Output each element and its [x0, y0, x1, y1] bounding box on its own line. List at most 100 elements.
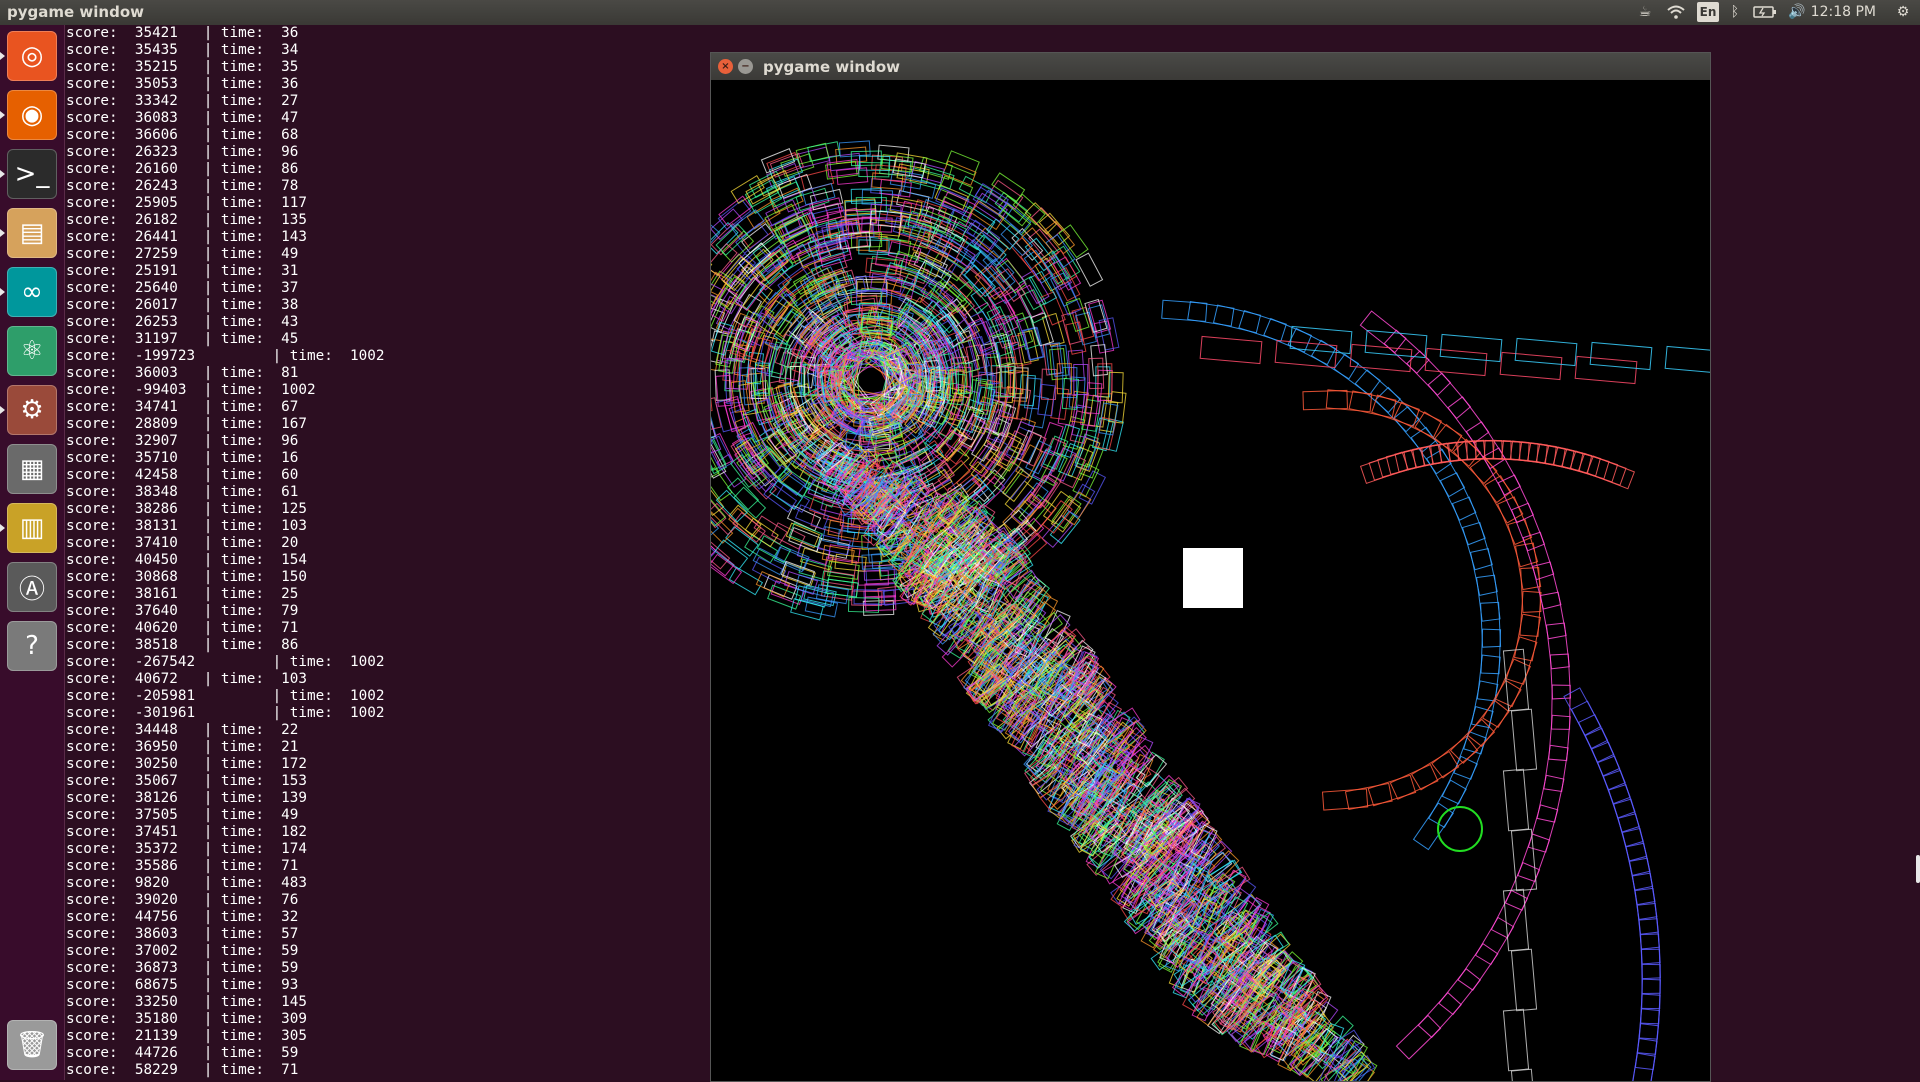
system-settings-icon[interactable]: ⚙ — [7, 385, 57, 435]
wifi-icon[interactable] — [1665, 2, 1687, 22]
volume-icon[interactable]: 🔊 — [1786, 2, 1808, 22]
atom-icon[interactable]: ⚛ — [7, 326, 57, 376]
clock[interactable]: 12:18 PM — [1811, 4, 1876, 20]
terminal-line: score: 38126 | time: 139 — [66, 790, 308, 806]
battery-icon[interactable] — [1752, 2, 1778, 22]
terminal-line: score: 26160 | time: 86 — [66, 161, 299, 177]
terminal-line: score: 68675 | time: 93 — [66, 977, 299, 993]
terminal-line: score: 31197 | time: 45 — [66, 331, 299, 347]
terminal-line: score: 35053 | time: 36 — [66, 76, 299, 92]
terminal-line: score: 25640 | time: 37 — [66, 280, 299, 296]
terminal-line: score: 35435 | time: 34 — [66, 42, 299, 58]
running-indicator — [0, 229, 5, 237]
top-panel: pygame window ☕ En ᛒ 🔊 12:18 PM ⚙ — [0, 0, 1920, 25]
trash-icon[interactable]: 🗑 — [7, 1020, 57, 1070]
minimize-button[interactable]: − — [738, 59, 753, 74]
terminal-line: score: 27259 | time: 49 — [66, 246, 299, 262]
terminal-line: score: 35215 | time: 35 — [66, 59, 299, 75]
terminal-line: score: 36873 | time: 59 — [66, 960, 299, 976]
terminal-line: score: 26323 | time: 96 — [66, 144, 299, 160]
terminal-line: score: 32907 | time: 96 — [66, 433, 299, 449]
simulation-canvas[interactable] — [711, 80, 1710, 1081]
terminal-line: score: 36606 | time: 68 — [66, 127, 299, 143]
help-icon[interactable]: ? — [7, 621, 57, 671]
running-indicator — [0, 52, 5, 60]
terminal-line: score: 37410 | time: 20 — [66, 535, 299, 551]
terminal-line: score: 33342 | time: 27 — [66, 93, 299, 109]
software-updater-icon[interactable]: Ⓐ — [7, 562, 57, 612]
terminal-line: score: 34741 | time: 67 — [66, 399, 299, 415]
terminal-line: score: 25905 | time: 117 — [66, 195, 308, 211]
firefox-icon[interactable]: ◉ — [7, 90, 57, 140]
keyboard-layout-indicator[interactable]: En — [1697, 2, 1719, 22]
coffee-icon[interactable]: ☕ — [1635, 2, 1655, 22]
terminal-line: score: 35067 | time: 153 — [66, 773, 308, 789]
terminal-line: score: 40620 | time: 71 — [66, 620, 299, 636]
terminal-line: score: 26253 | time: 43 — [66, 314, 299, 330]
terminal-line: score: 38286 | time: 125 — [66, 501, 308, 517]
terminal-line: score: 37451 | time: 182 — [66, 824, 308, 840]
terminal-line: score: 26441 | time: 143 — [66, 229, 308, 245]
running-indicator — [0, 288, 5, 296]
terminal-line: score: 38603 | time: 57 — [66, 926, 299, 942]
terminal-line: score: 44726 | time: 59 — [66, 1045, 299, 1061]
terminal-line: score: 26182 | time: 135 — [66, 212, 308, 228]
terminal-line: score: 35180 | time: 309 — [66, 1011, 308, 1027]
bluetooth-icon[interactable]: ᛒ — [1727, 2, 1743, 22]
terminal-line: score: 33250 | time: 145 — [66, 994, 308, 1010]
terminal-icon[interactable]: >_ — [7, 149, 57, 199]
scrollbar-handle[interactable] — [1916, 855, 1920, 883]
terminal-line: score: 36003 | time: 81 — [66, 365, 299, 381]
running-indicator — [0, 170, 5, 178]
terminal-line: score: 30868 | time: 150 — [66, 569, 308, 585]
window-title: pygame window — [763, 58, 900, 76]
terminal-line: score: 37002 | time: 59 — [66, 943, 299, 959]
terminal-line: score: 40450 | time: 154 — [66, 552, 308, 568]
terminal-line: score: -99403 | time: 1002 — [66, 382, 316, 398]
terminal-line: score: 26017 | time: 38 — [66, 297, 299, 313]
terminal-line: score: 35586 | time: 71 — [66, 858, 299, 874]
terminal-line: score: 37640 | time: 79 — [66, 603, 299, 619]
arduino-icon[interactable]: ∞ — [7, 267, 57, 317]
terminal-line: score: 38518 | time: 86 — [66, 637, 299, 653]
terminal-line: score: 40672 | time: 103 — [66, 671, 308, 687]
terminal-line: score: 35421 | time: 36 — [66, 25, 299, 41]
terminal-line: score: 28809 | time: 167 — [66, 416, 308, 432]
terminal-output: score: 35421 | time: 36 score: 35435 | ti… — [66, 25, 666, 1080]
running-indicator — [0, 524, 5, 532]
terminal-line: score: 30250 | time: 172 — [66, 756, 308, 772]
running-indicator — [0, 111, 5, 119]
terminal-line: score: 34448 | time: 22 — [66, 722, 299, 738]
terminal-line: score: 21139 | time: 305 — [66, 1028, 308, 1044]
terminal-line: score: 38348 | time: 61 — [66, 484, 299, 500]
active-window-title: pygame window — [7, 3, 144, 21]
terminal-line: score: -205981 | time: 1002 — [66, 688, 385, 704]
paste-jar-icon[interactable]: ▥ — [7, 503, 57, 553]
terminal-line: score: 42458 | time: 60 — [66, 467, 299, 483]
terminal-line: score: -301961 | time: 1002 — [66, 705, 385, 721]
pygame-window[interactable]: × − pygame window — [710, 52, 1711, 1082]
ubuntu-dash-icon[interactable]: ◎ — [7, 31, 57, 81]
terminal-line: score: 26243 | time: 78 — [66, 178, 299, 194]
terminal-line: score: 36950 | time: 21 — [66, 739, 299, 755]
terminal-line: score: 25191 | time: 31 — [66, 263, 299, 279]
terminal-line: score: 35372 | time: 174 — [66, 841, 308, 857]
files-icon[interactable]: ▤ — [7, 208, 57, 258]
goal-square — [1183, 548, 1243, 608]
terminal-line: score: 36083 | time: 47 — [66, 110, 299, 126]
running-indicator — [0, 406, 5, 414]
gear-icon[interactable]: ⚙ — [1893, 2, 1913, 22]
terminal-line: score: 38161 | time: 25 — [66, 586, 299, 602]
terminal-line: score: -199723 | time: 1002 — [66, 348, 385, 364]
terminal-line: score: 9820 | time: 483 — [66, 875, 308, 891]
terminal-line: score: 39020 | time: 76 — [66, 892, 299, 908]
window-titlebar[interactable]: × − pygame window — [711, 53, 1710, 80]
terminal-line: score: 38131 | time: 103 — [66, 518, 308, 534]
workspace-switcher-icon[interactable]: ▦ — [7, 444, 57, 494]
terminal-line: score: -267542 | time: 1002 — [66, 654, 385, 670]
terminal-line: score: 35710 | time: 16 — [66, 450, 299, 466]
terminal-line: score: 37505 | time: 49 — [66, 807, 299, 823]
terminal-line: score: 44756 | time: 32 — [66, 909, 299, 925]
launcher: ◎ ◉ >_ ▤ ∞ ⚛ ⚙ ▦ ▥ Ⓐ? 🗑 — [0, 25, 65, 1080]
close-button[interactable]: × — [718, 59, 733, 74]
